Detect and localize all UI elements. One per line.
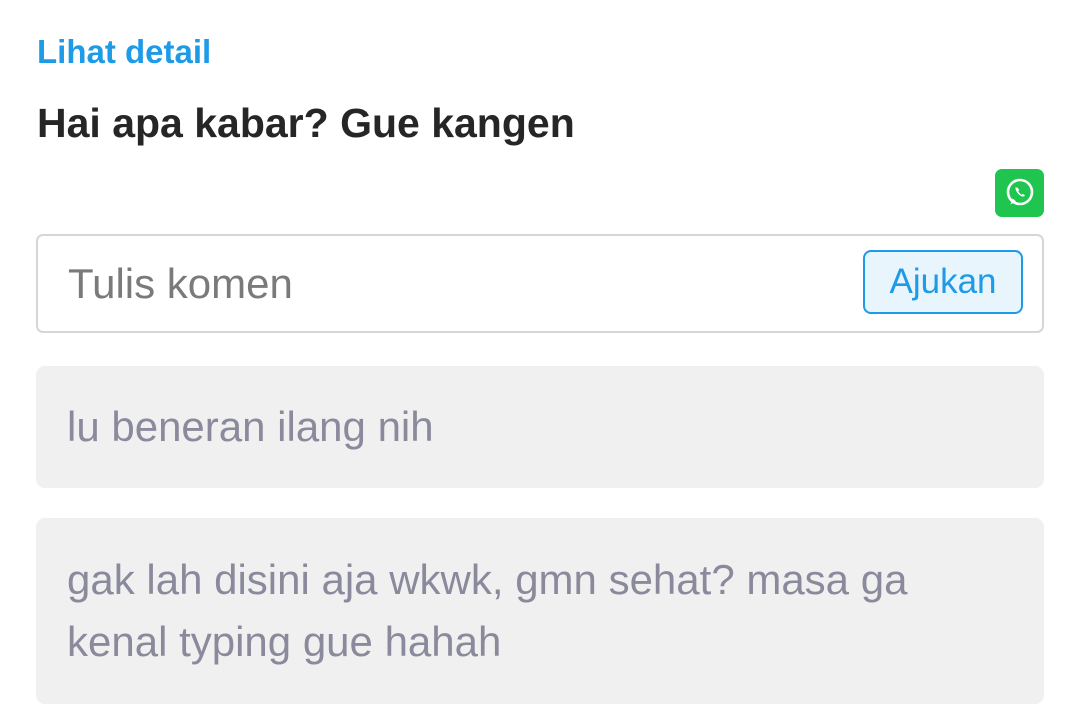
comment-item: gak lah disini aja wkwk, gmn sehat? masa… (36, 518, 1044, 704)
whatsapp-share-button[interactable] (995, 169, 1044, 217)
whatsapp-icon (1006, 178, 1033, 206)
comment-item: lu beneran ilang nih (36, 366, 1044, 488)
submit-comment-button[interactable]: Ajukan (863, 250, 1023, 314)
post-text: Hai apa kabar? Gue kangen (37, 100, 575, 146)
comment-form: Ajukan (36, 234, 1044, 333)
comment-input[interactable] (68, 254, 828, 314)
view-detail-link[interactable]: Lihat detail (37, 30, 211, 74)
post-card: Lihat detail Hai apa kabar? Gue kangen A… (0, 0, 1080, 719)
